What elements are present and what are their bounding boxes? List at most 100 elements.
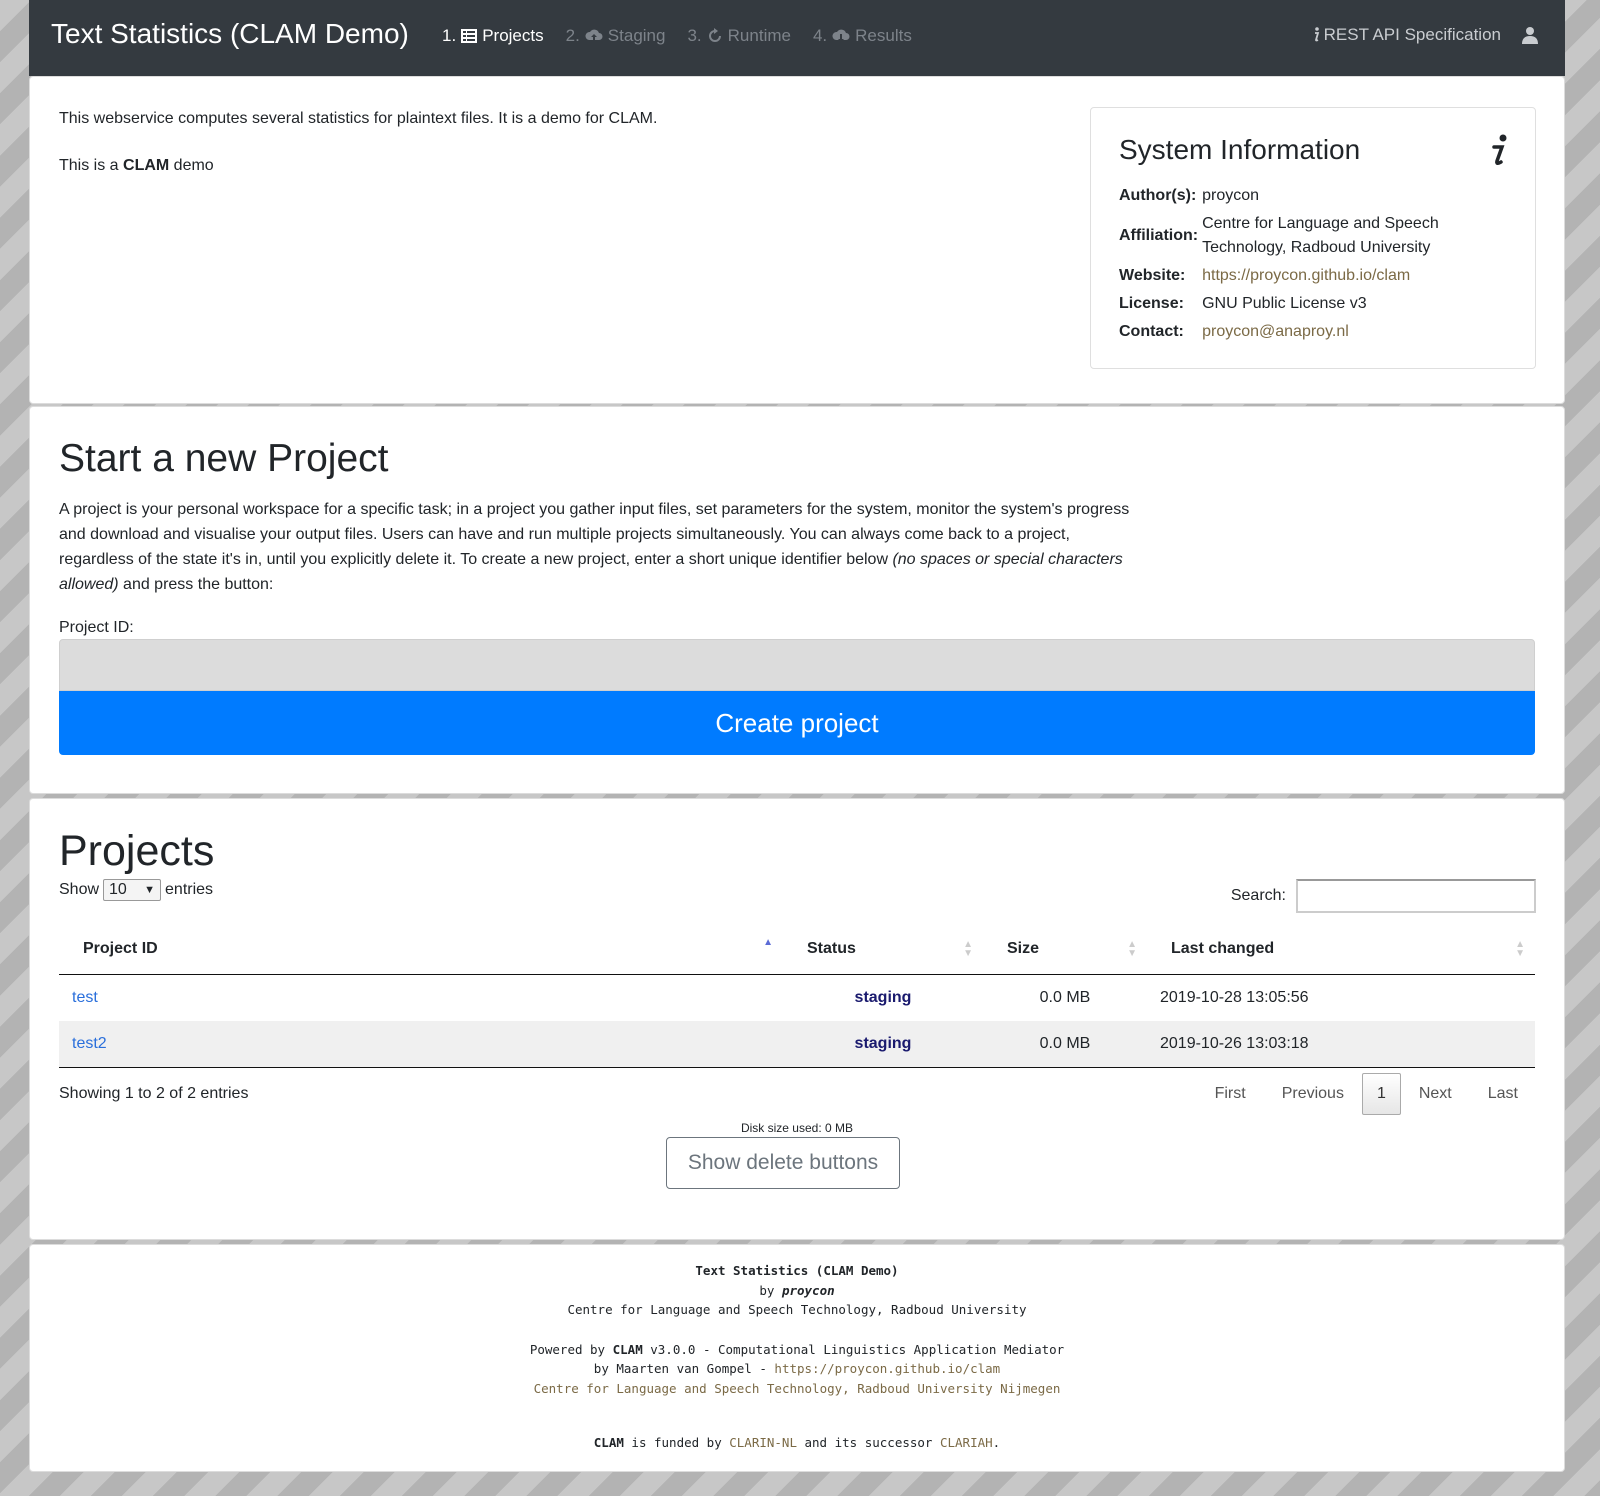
info-key: Affiliation: xyxy=(1119,227,1199,244)
step-label: Runtime xyxy=(727,26,791,45)
col-label: Last changed xyxy=(1171,940,1275,957)
system-info-table: Author(s): proycon Affiliation: Centre for… xyxy=(1119,182,1456,346)
show-entries: Show 10 ▼ entries xyxy=(59,879,213,901)
show-delete-buttons-button[interactable]: Show delete buttons xyxy=(666,1137,900,1189)
project-id-input[interactable] xyxy=(59,639,1535,691)
project-id-label: Project ID: xyxy=(59,619,134,636)
desc-end: and press the button: xyxy=(118,576,274,593)
step-number: 2. xyxy=(565,26,580,45)
intro-card: This webservice computes several statist… xyxy=(29,76,1565,404)
nav-step-runtime[interactable]: 3. Runtime xyxy=(687,26,791,46)
cloud-download-icon xyxy=(832,29,850,42)
page-last-button[interactable]: Last xyxy=(1470,1085,1536,1103)
info-row-affiliation: Affiliation: Centre for Language and Spee… xyxy=(1119,210,1456,262)
nav-step-results[interactable]: 4. Results xyxy=(813,26,912,46)
info-icon xyxy=(1314,27,1319,42)
demo-note: This is a CLAM demo xyxy=(59,154,1059,178)
col-last-changed[interactable]: Last changed ▲ ▼ xyxy=(1147,924,1535,975)
create-project-button[interactable]: Create project xyxy=(59,691,1535,755)
info-key: Website: xyxy=(1119,267,1186,284)
list-icon xyxy=(461,29,478,43)
powered-rest: v3.0.0 - Computational Linguistics Appli… xyxy=(642,1341,1065,1357)
clarin-link[interactable]: CLARIN-NL xyxy=(729,1435,797,1450)
cell-last-changed: 2019-10-26 13:03:18 xyxy=(1147,1021,1535,1068)
disk-usage: Disk size used: 0 MB xyxy=(740,1121,854,1135)
cell-size: 0.0 MB xyxy=(983,1021,1147,1068)
footer-by-maarten: by Maarten van Gompel - xyxy=(593,1361,775,1376)
page-previous-button[interactable]: Previous xyxy=(1264,1085,1362,1103)
search-box: Search: xyxy=(1231,879,1536,913)
footer-card: Text Statistics (CLAM Demo) by proycon C… xyxy=(29,1244,1565,1472)
nav-step-staging[interactable]: 2. Staging xyxy=(566,26,666,46)
sort-icon: ▲ ▼ xyxy=(1515,939,1525,959)
cell-size: 0.0 MB xyxy=(983,974,1147,1021)
info-row-license: License: GNU Public License v3 xyxy=(1119,290,1456,318)
website-link[interactable]: https://proycon.github.io/clam xyxy=(1202,267,1410,284)
info-key: Contact: xyxy=(1119,323,1184,340)
step-label: Projects xyxy=(482,26,544,45)
col-label: Size xyxy=(1007,940,1040,957)
entries-select[interactable]: 10 ▼ xyxy=(103,879,162,901)
table-header: Project ID ▲ Status ▲ ▼ Size ▲ ▼ Last changed… xyxy=(59,924,1535,975)
info-value: proycon xyxy=(1202,187,1260,204)
footer-affiliation: Centre for Language and Speech Technolog… xyxy=(567,1302,1027,1317)
step-number: 4. xyxy=(812,26,828,45)
search-input[interactable] xyxy=(1296,879,1536,913)
rest-api-link[interactable]: REST API Specification xyxy=(1312,25,1501,45)
col-size[interactable]: Size ▲ ▼ xyxy=(983,924,1147,975)
page-first-button[interactable]: First xyxy=(1197,1085,1264,1103)
rest-api-label: REST API Specification xyxy=(1323,25,1501,44)
funded-bold: CLAM xyxy=(593,1435,624,1450)
footer: Text Statistics (CLAM Demo) by proycon C… xyxy=(30,1261,1564,1453)
user-icon[interactable] xyxy=(1521,26,1539,44)
project-link[interactable]: test2 xyxy=(72,1035,107,1052)
info-row-website: Website: https://proycon.github.io/clam xyxy=(1119,262,1456,290)
col-status[interactable]: Status ▲ ▼ xyxy=(783,924,983,975)
refresh-icon xyxy=(708,28,721,42)
funded-mid: is funded by xyxy=(623,1435,730,1450)
col-project-id[interactable]: Project ID ▲ xyxy=(59,924,783,975)
info-icon xyxy=(1492,134,1507,166)
clariah-link[interactable]: CLARIAH xyxy=(940,1435,993,1450)
info-row-author: Author(s): proycon xyxy=(1119,182,1456,210)
funded-period: . xyxy=(992,1435,1001,1450)
clam-url-link[interactable]: https://proycon.github.io/clam xyxy=(774,1361,1000,1376)
projects-card: Projects Show 10 ▼ entries Search: Projec… xyxy=(29,798,1565,1240)
cls-link[interactable]: Centre for Language and Speech Technolog… xyxy=(534,1381,1061,1396)
nav-right: REST API Specification xyxy=(1312,25,1539,45)
cell-project-id: test xyxy=(59,974,783,1021)
new-project-card: Start a new Project A project is your pe… xyxy=(29,406,1565,794)
entries-label: entries xyxy=(165,881,214,898)
contact-link[interactable]: proycon@anaproy.nl xyxy=(1202,323,1349,340)
col-label: Project ID xyxy=(83,940,158,957)
search-label: Search: xyxy=(1230,887,1286,904)
cloud-upload-icon xyxy=(585,29,603,42)
step-number: 1. xyxy=(442,26,457,45)
page-next-button[interactable]: Next xyxy=(1401,1085,1470,1103)
step-number: 3. xyxy=(687,26,702,45)
sort-icon: ▲ ▼ xyxy=(1127,939,1137,959)
intro-text: This webservice computes several statist… xyxy=(59,107,1059,201)
demo-bold: CLAM xyxy=(123,157,170,174)
system-info-panel: System Information Author(s): proycon Aff… xyxy=(1090,107,1536,369)
brand-title[interactable]: Text Statistics (CLAM Demo) xyxy=(51,18,409,50)
sort-icon: ▲ ▼ xyxy=(963,939,973,959)
sort-asc-icon: ▲ xyxy=(763,937,773,948)
entries-value: 10 xyxy=(109,881,127,898)
demo-prefix: This is a xyxy=(59,157,124,174)
project-link[interactable]: test xyxy=(72,989,98,1006)
footer-author: proycon xyxy=(781,1282,835,1298)
funded-and: and its successor xyxy=(796,1435,940,1450)
info-value: Centre for Language and Speech Technolog… xyxy=(1202,215,1439,256)
new-project-title: Start a new Project xyxy=(59,437,389,480)
workflow-steps: 1. Projects 2. Staging 3. Runtime 4. Res… xyxy=(442,26,912,46)
cell-status: staging xyxy=(783,974,983,1021)
navbar: Text Statistics (CLAM Demo) 1. Projects … xyxy=(29,0,1565,76)
cell-project-id: test2 xyxy=(59,1021,783,1068)
footer-app-name: Text Statistics (CLAM Demo) xyxy=(695,1263,899,1278)
cell-status: staging xyxy=(783,1021,983,1068)
nav-step-projects[interactable]: 1. Projects xyxy=(442,26,544,46)
pagination: First Previous 1 Next Last xyxy=(1197,1073,1536,1115)
powered-bold: CLAM xyxy=(612,1341,643,1357)
page-current-button[interactable]: 1 xyxy=(1361,1073,1401,1115)
